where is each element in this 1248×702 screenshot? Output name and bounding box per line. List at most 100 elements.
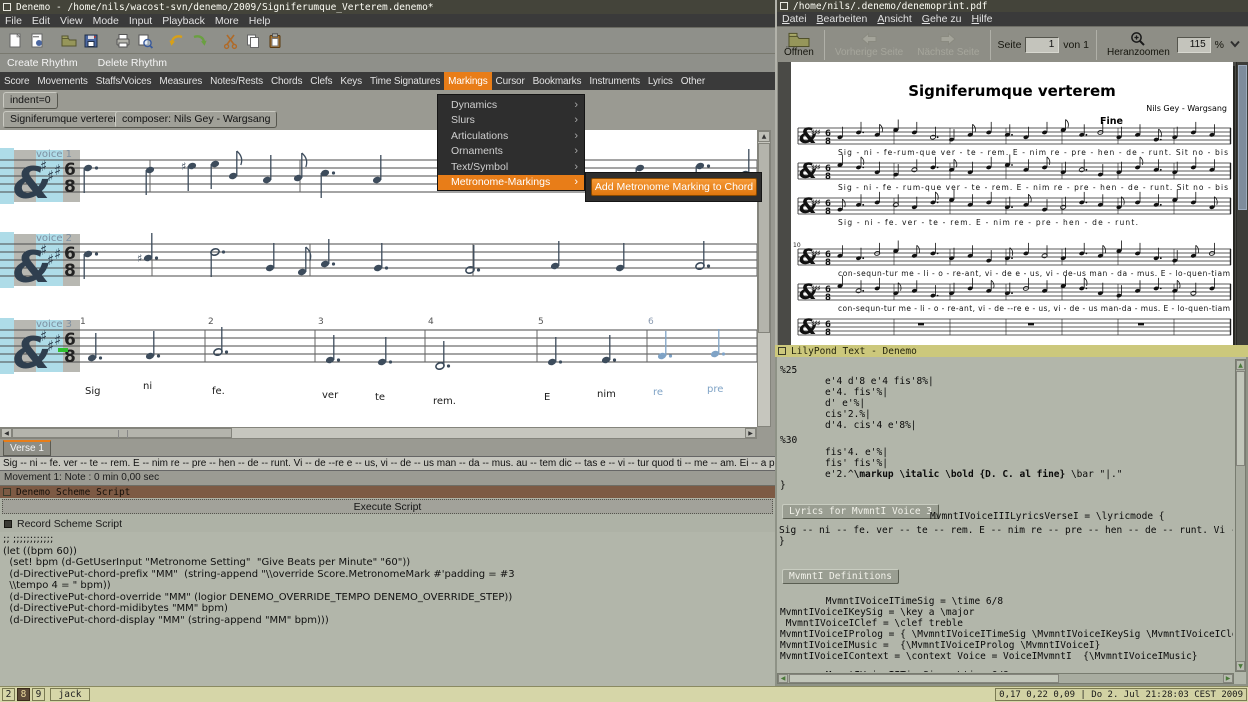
create-rhythm-button[interactable]: Create Rhythm: [7, 57, 78, 69]
svg-text:♯: ♯: [181, 160, 186, 173]
lilypond-text-area[interactable]: %25 e'4 d'8 e'4 fis'8%| e'4. fis'%| d' e'%|…: [777, 359, 1233, 672]
copy-icon[interactable]: [242, 30, 264, 52]
open-button[interactable]: Öffnen: [777, 28, 821, 62]
new-wizard-icon[interactable]: [26, 30, 48, 52]
pdf-menu-hilfe[interactable]: Hilfe: [967, 12, 998, 26]
menu-time-signatures[interactable]: Time Signatures: [366, 72, 444, 90]
pdf-document-area[interactable]: Signiferumque verterem Nils Gey - Wargsan…: [778, 62, 1248, 345]
mvmnt-definitions-button[interactable]: MvmntI Definitions: [782, 569, 899, 584]
menu-chords[interactable]: Chords: [267, 72, 306, 90]
lilypond-titlebar[interactable]: LilyPond Text - Denemo: [775, 345, 1248, 357]
taskbar-window-jack[interactable]: jack: [50, 688, 90, 701]
menu-movements[interactable]: Movements: [33, 72, 91, 90]
record-script-checkbox[interactable]: [4, 520, 12, 528]
menu-item-metronome-markings[interactable]: Metronome-Markings ›: [438, 174, 584, 190]
scheme-titlebar[interactable]: Denemo Scheme Script: [0, 486, 775, 498]
pdf-menubar: Datei Bearbeiten Ansicht Gehe zu Hilfe: [777, 12, 1248, 26]
workspace-button-9[interactable]: 9: [32, 688, 45, 701]
print-icon[interactable]: [112, 30, 134, 52]
zoom-value-input[interactable]: 115: [1176, 36, 1211, 53]
menu-item-text-symbol[interactable]: Text/Symbol ›: [438, 159, 584, 175]
menu-item-ornaments[interactable]: Ornaments ›: [438, 144, 584, 160]
menu-more[interactable]: More: [210, 14, 244, 27]
menu-item-dynamics[interactable]: Dynamics ›: [438, 97, 584, 113]
scroll-left-icon[interactable]: ◀: [778, 674, 788, 683]
scheme-code-line: (d-DirectivePut-chord-prefix "MM" (strin…: [3, 568, 515, 580]
scroll-right-icon[interactable]: ▶: [745, 428, 756, 438]
menu-keys[interactable]: Keys: [336, 72, 366, 90]
print-preview-icon[interactable]: [134, 30, 156, 52]
indent-button[interactable]: indent=0: [3, 92, 58, 109]
scheme-code-line: (d-DirectivePut-chord-midibytes "MM" bpm…: [3, 603, 228, 614]
scroll-left-icon[interactable]: ◀: [1, 428, 12, 438]
scroll-up-icon[interactable]: ▲: [758, 131, 770, 142]
lilypond-code-line: cis'2.%|: [825, 409, 871, 420]
menu-playback[interactable]: Playback: [157, 14, 210, 27]
pdf-vscrollbar[interactable]: [1236, 62, 1248, 345]
execute-script-button[interactable]: Execute Script: [2, 499, 773, 514]
next-page-button[interactable]: Nächste Seite: [910, 28, 986, 62]
pdf-titlebar[interactable]: /home/nils/.denemo/denemoprint.pdf: [777, 0, 1248, 12]
menu-markings[interactable]: Markings: [444, 72, 492, 90]
open-icon[interactable]: [58, 30, 80, 52]
composer-button[interactable]: composer: Nils Gey - Wargsang: [115, 111, 278, 128]
workspace-button-8[interactable]: 8: [17, 688, 30, 701]
lyrics-editor-line[interactable]: Sig -- ni -- fe. ver -- te -- rem. E -- …: [0, 456, 775, 471]
menu-view[interactable]: View: [55, 14, 88, 27]
scheme-code-area[interactable]: ;; ;;;;;;;;;;;; (let ((bpm 60)) (set! bpm…: [0, 532, 775, 686]
svg-text:♯♯♯: ♯♯♯: [811, 128, 821, 137]
zoom-label: Heranzoomen: [1106, 47, 1170, 58]
menu-file[interactable]: File: [0, 14, 27, 27]
cut-icon[interactable]: [220, 30, 242, 52]
lilypond-vscrollbar[interactable]: ▲ ▼: [1235, 359, 1246, 672]
delete-rhythm-button[interactable]: Delete Rhythm: [98, 57, 167, 69]
scroll-up-icon[interactable]: ▲: [1236, 360, 1245, 370]
menu-item-slurs[interactable]: Slurs ›: [438, 113, 584, 129]
tab-verse-1[interactable]: Verse 1: [3, 440, 51, 456]
menu-measures[interactable]: Measures: [155, 72, 206, 90]
redo-icon[interactable]: [188, 30, 210, 52]
undo-icon[interactable]: [166, 30, 188, 52]
score-hscroll-thumb[interactable]: [12, 428, 232, 438]
menu-item-articulations[interactable]: Articulations ›: [438, 128, 584, 144]
add-metronome-marking-item[interactable]: Add Metronome Marking to Chord: [591, 178, 757, 196]
menu-other[interactable]: Other: [677, 72, 709, 90]
denemo-titlebar[interactable]: Denemo - /home/nils/wacost-svn/denemo/20…: [0, 0, 775, 14]
pdf-vscroll-thumb[interactable]: [1238, 65, 1247, 210]
save-icon[interactable]: [80, 30, 102, 52]
lyrics-for-voice3-button[interactable]: Lyrics for MvmntI Voice 3: [782, 504, 939, 519]
menu-mode[interactable]: Mode: [88, 14, 124, 27]
pdf-menu-ansicht[interactable]: Ansicht: [872, 12, 916, 26]
menu-help[interactable]: Help: [244, 14, 276, 27]
previous-page-button[interactable]: Vorherige Seite: [828, 28, 910, 62]
scroll-right-icon[interactable]: ▶: [1223, 674, 1233, 683]
svg-text:♯♯♯: ♯♯♯: [811, 249, 821, 258]
workspace-button-2[interactable]: 2: [2, 688, 15, 701]
menu-instruments[interactable]: Instruments: [585, 72, 644, 90]
menu-cursor[interactable]: Cursor: [492, 72, 529, 90]
scroll-down-icon[interactable]: ▼: [1236, 661, 1245, 671]
pdf-menu-bearbeiten[interactable]: Bearbeiten: [812, 12, 873, 26]
menu-score[interactable]: Score: [0, 72, 33, 90]
paste-icon[interactable]: [264, 30, 286, 52]
lily-hscroll-thumb[interactable]: [789, 674, 1059, 683]
chevron-down-icon[interactable]: [1228, 36, 1242, 54]
menu-input[interactable]: Input: [124, 14, 157, 27]
record-script-label: Record Scheme Script: [17, 518, 123, 530]
page-number-input[interactable]: 1: [1025, 36, 1060, 53]
score-hscrollbar[interactable]: ◀ ▶: [0, 427, 757, 439]
menu-lyrics[interactable]: Lyrics: [644, 72, 677, 90]
zoom-in-button[interactable]: Heranzoomen: [1100, 28, 1177, 62]
pdf-menu-datei[interactable]: Datei: [777, 12, 812, 26]
menu-edit[interactable]: Edit: [27, 14, 55, 27]
lily-vscroll-thumb[interactable]: [1236, 371, 1245, 466]
desktop-taskbar: 0,17 0,22 0,09 | Do 2. Jul 21:28:03 CEST…: [0, 686, 1248, 702]
new-icon[interactable]: [4, 30, 26, 52]
menu-bookmarks[interactable]: Bookmarks: [529, 72, 586, 90]
score-title-button[interactable]: Signiferumque verterem: [3, 111, 130, 128]
pdf-menu-gehezu[interactable]: Gehe zu: [917, 12, 967, 26]
lilypond-hscrollbar[interactable]: ◀ ▶: [777, 673, 1234, 684]
menu-notes-rests[interactable]: Notes/Rests: [206, 72, 267, 90]
menu-clefs[interactable]: Clefs: [306, 72, 336, 90]
menu-staffs-voices[interactable]: Staffs/Voices: [92, 72, 156, 90]
